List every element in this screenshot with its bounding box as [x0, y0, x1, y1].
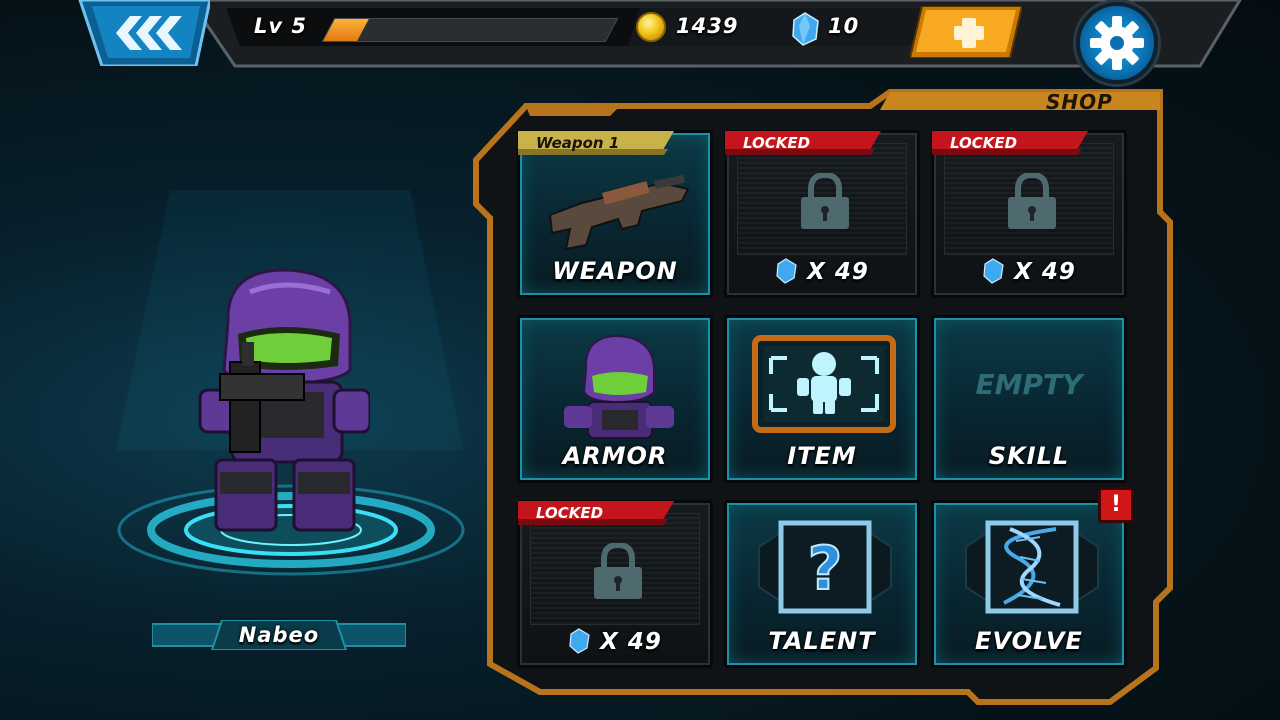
rifle-icon [548, 174, 690, 251]
locked-cost: X 49 [520, 628, 710, 655]
back-button[interactable] [70, 0, 212, 68]
lock-icon [801, 173, 849, 229]
gem-icon [776, 258, 797, 284]
gem-icon [792, 12, 819, 46]
armor-character-icon [564, 334, 674, 439]
player-character [198, 268, 370, 532]
xp-progress-bar [321, 18, 619, 42]
armor-label: ARMOR [562, 442, 668, 470]
level-label: Lv 5 [254, 14, 307, 38]
locked-slot-3[interactable]: LOCKED X 49 [517, 500, 713, 668]
item-label: ITEM [787, 442, 857, 470]
buy-currency-button[interactable] [908, 5, 1024, 59]
locked-ribbon-text: LOCKED [743, 134, 811, 152]
locked-slot-1[interactable]: LOCKED X 49 [724, 130, 920, 298]
locked-cost: X 49 [727, 258, 917, 285]
gear-icon [1090, 16, 1144, 70]
locked-cost-text: X 49 [807, 259, 869, 285]
shop-title: SHOP [1046, 90, 1113, 114]
svg-text:?: ? [808, 534, 843, 604]
lock-icon [594, 543, 642, 599]
talent-label: TALENT [768, 627, 876, 655]
locked-cost: X 49 [934, 258, 1124, 285]
item-figure-icon [752, 335, 896, 433]
gem-icon [983, 258, 1004, 284]
plus-icon [908, 5, 1024, 59]
weapon-slot[interactable]: Weapon 1 WEAPON [517, 130, 713, 298]
evolve-slot[interactable]: EVOLVE [931, 500, 1127, 668]
skill-label: SKILL [988, 442, 1070, 470]
skill-empty-text: EMPTY [975, 368, 1083, 401]
skill-slot[interactable]: EMPTY SKILL [931, 315, 1127, 483]
locked-cost-text: X 49 [600, 629, 662, 655]
top-bar: Lv 5 1439 10 [0, 0, 1280, 84]
locked-cost-text: X 49 [1014, 259, 1076, 285]
question-icon: ? [758, 520, 892, 614]
dna-icon [965, 520, 1099, 614]
coin-count: 1439 [676, 14, 739, 38]
armor-slot[interactable]: ARMOR [517, 315, 713, 483]
alert-icon: ! [1098, 487, 1134, 523]
coin-icon [636, 12, 666, 42]
locked-ribbon-text: LOCKED [536, 504, 604, 522]
back-arrows-icon [78, 0, 212, 68]
locked-slot-2[interactable]: LOCKED X 49 [931, 130, 1127, 298]
weapon-ribbon-text: Weapon 1 [536, 134, 620, 152]
gem-count: 10 [828, 14, 860, 38]
talent-slot[interactable]: ? TALENT [724, 500, 920, 668]
settings-button[interactable] [1076, 2, 1158, 84]
gem-icon [569, 628, 590, 654]
item-slot[interactable]: ITEM [724, 315, 920, 483]
weapon-label: WEAPON [552, 257, 678, 285]
lock-icon [1008, 173, 1056, 229]
locked-ribbon-text: LOCKED [950, 134, 1018, 152]
evolve-label: EVOLVE [975, 627, 1083, 655]
character-name: Nabeo [238, 623, 320, 647]
